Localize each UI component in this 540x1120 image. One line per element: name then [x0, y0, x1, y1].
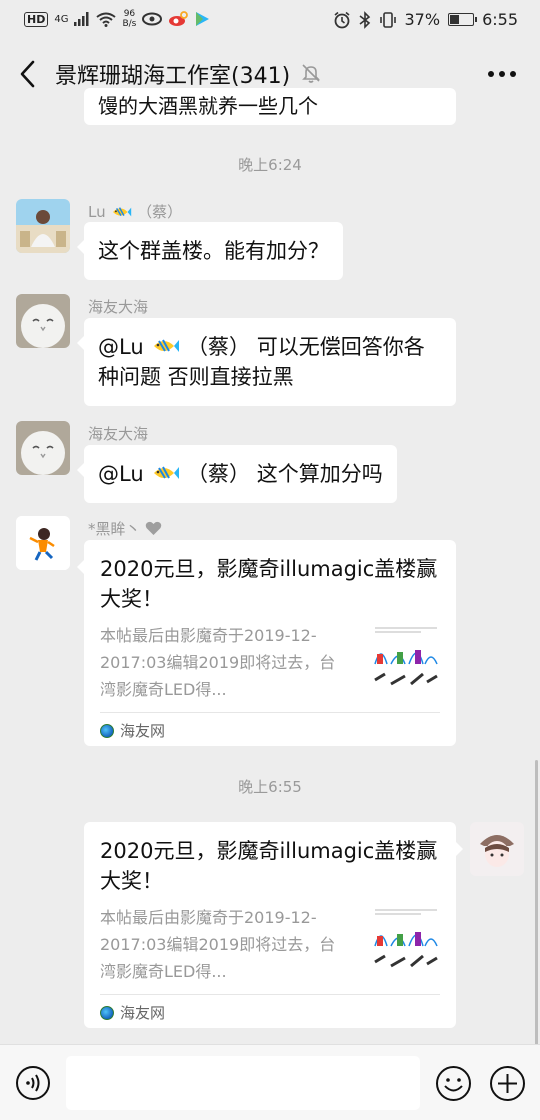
mention-suffix: （蔡）: [187, 335, 251, 359]
link-card-source: 海友网: [100, 720, 165, 741]
sender-name: Lu （蔡）: [88, 201, 182, 222]
weibo-icon: [169, 11, 189, 26]
battery-icon: [448, 13, 478, 26]
link-card-description: 本帖最后由影魔奇于2019-12-2017:03编辑2019即将过去，台湾影魔奇…: [100, 626, 336, 699]
voice-button[interactable]: [15, 1065, 51, 1101]
link-card-title: 2020元旦，影魔奇illumagic盖楼赢大奖！: [100, 839, 438, 893]
avatar-beach-photo: [16, 199, 70, 253]
sender-name: 海友大海: [88, 425, 149, 443]
fish-emoji-icon: [154, 466, 180, 479]
link-card-title: 2020元旦，影魔奇illumagic盖楼赢大奖！: [100, 557, 438, 611]
network-type: 4G: [54, 13, 69, 25]
signal-icon: [74, 12, 89, 26]
message-text: 这个算加分吗: [256, 462, 383, 486]
avatar-anime-girl: [470, 822, 524, 876]
status-left: HD 4G 96 B/s: [24, 9, 210, 29]
wifi-icon: [96, 12, 117, 27]
link-card-description: 本帖最后由影魔奇于2019-12-2017:03编辑2019即将过去，台湾影魔奇…: [100, 908, 336, 981]
timestamp: 晚上6:55: [238, 778, 302, 796]
speed-unit: B/s: [122, 19, 137, 29]
video-app-icon: [196, 12, 210, 26]
fish-emoji-icon: [154, 339, 180, 352]
status-right: 37% 6:55: [333, 10, 518, 29]
sender-name-text: *黑眸丶: [88, 520, 141, 538]
message-bubble[interactable]: 这个群盖楼。能有加分？: [77, 222, 343, 280]
message-bubble[interactable]: @Lu （蔡） 这个算加分吗: [77, 445, 397, 503]
haiyou-logo-icon: [100, 723, 114, 738]
mention[interactable]: @Lu: [98, 462, 144, 486]
speed-value: 96: [123, 9, 136, 19]
message-bubble-partial[interactable]: 馒的大酒黑就养一些几个: [84, 88, 456, 125]
sender-name-text: Lu: [88, 203, 106, 221]
link-card-thumbnail: [371, 906, 441, 978]
message-text: 这个群盖楼。能有加分？: [98, 239, 329, 263]
plus-circle-icon: [490, 1066, 525, 1101]
back-button[interactable]: [14, 56, 44, 92]
avatar[interactable]: [16, 199, 70, 253]
link-card[interactable]: 2020元旦，影魔奇illumagic盖楼赢大奖！ 本帖最后由影魔奇于2019-…: [77, 540, 456, 746]
own-avatar[interactable]: [470, 822, 524, 876]
link-card[interactable]: 2020元旦，影魔奇illumagic盖楼赢大奖！ 本帖最后由影魔奇于2019-…: [84, 822, 463, 1028]
more-functions-button[interactable]: [489, 1065, 526, 1102]
message-bubble[interactable]: @Lu （蔡） 可以无偿回答你各种问题 否则直接拉黑: [77, 318, 456, 406]
bell-off-icon: [302, 64, 320, 83]
mention[interactable]: @Lu: [98, 335, 144, 359]
avatar[interactable]: [16, 294, 70, 348]
link-card-thumbnail: [371, 624, 441, 696]
avatar[interactable]: [16, 516, 70, 570]
divider: [100, 994, 440, 995]
bluetooth-icon: [359, 10, 370, 29]
voice-icon: [16, 1066, 50, 1100]
hd-badge: HD: [24, 11, 49, 27]
battery-percent: 37%: [404, 10, 441, 29]
haiyou-logo-icon: [100, 1005, 114, 1020]
link-card-source-name: 海友网: [120, 1004, 166, 1022]
fish-emoji-icon: [113, 207, 132, 217]
input-bar: [0, 1044, 540, 1120]
avatar-owl-photo: [16, 294, 70, 348]
network-speed: 96 B/s: [122, 9, 136, 29]
avatar-cartoon-boy: [16, 516, 70, 570]
message-text: 可以无偿回答你各种问题 否则直接拉黑: [98, 335, 425, 389]
avatar-owl-photo: [16, 421, 70, 475]
link-card-source-name: 海友网: [120, 722, 166, 740]
link-card-source: 海友网: [100, 1002, 165, 1023]
heart-icon: [145, 521, 161, 535]
eye-app-icon: [142, 12, 163, 26]
divider: [100, 712, 440, 713]
sender-suffix: （蔡）: [137, 203, 183, 221]
message-input[interactable]: [66, 1056, 420, 1110]
more-dots-icon: [488, 71, 516, 77]
status-bar: HD 4G 96 B/s 37% 6:55: [0, 0, 540, 40]
avatar[interactable]: [16, 421, 70, 475]
timestamp: 晚上6:24: [238, 156, 302, 174]
chat-title: 景辉珊瑚海工作室(341): [55, 64, 291, 89]
message-text: 馒的大酒黑就养一些几个: [98, 94, 318, 118]
mention-suffix: （蔡）: [187, 462, 251, 486]
vibrate-icon: [379, 11, 396, 28]
clock: 6:55: [482, 10, 518, 29]
scrollbar[interactable]: [535, 760, 538, 1050]
emoji-icon: [436, 1066, 471, 1101]
alarm-icon: [333, 11, 350, 28]
sender-name: 海友大海: [88, 298, 149, 316]
more-button[interactable]: [486, 64, 518, 84]
emoji-button[interactable]: [435, 1065, 472, 1102]
sender-name: *黑眸丶: [88, 518, 162, 539]
chevron-left-icon: [20, 60, 35, 88]
